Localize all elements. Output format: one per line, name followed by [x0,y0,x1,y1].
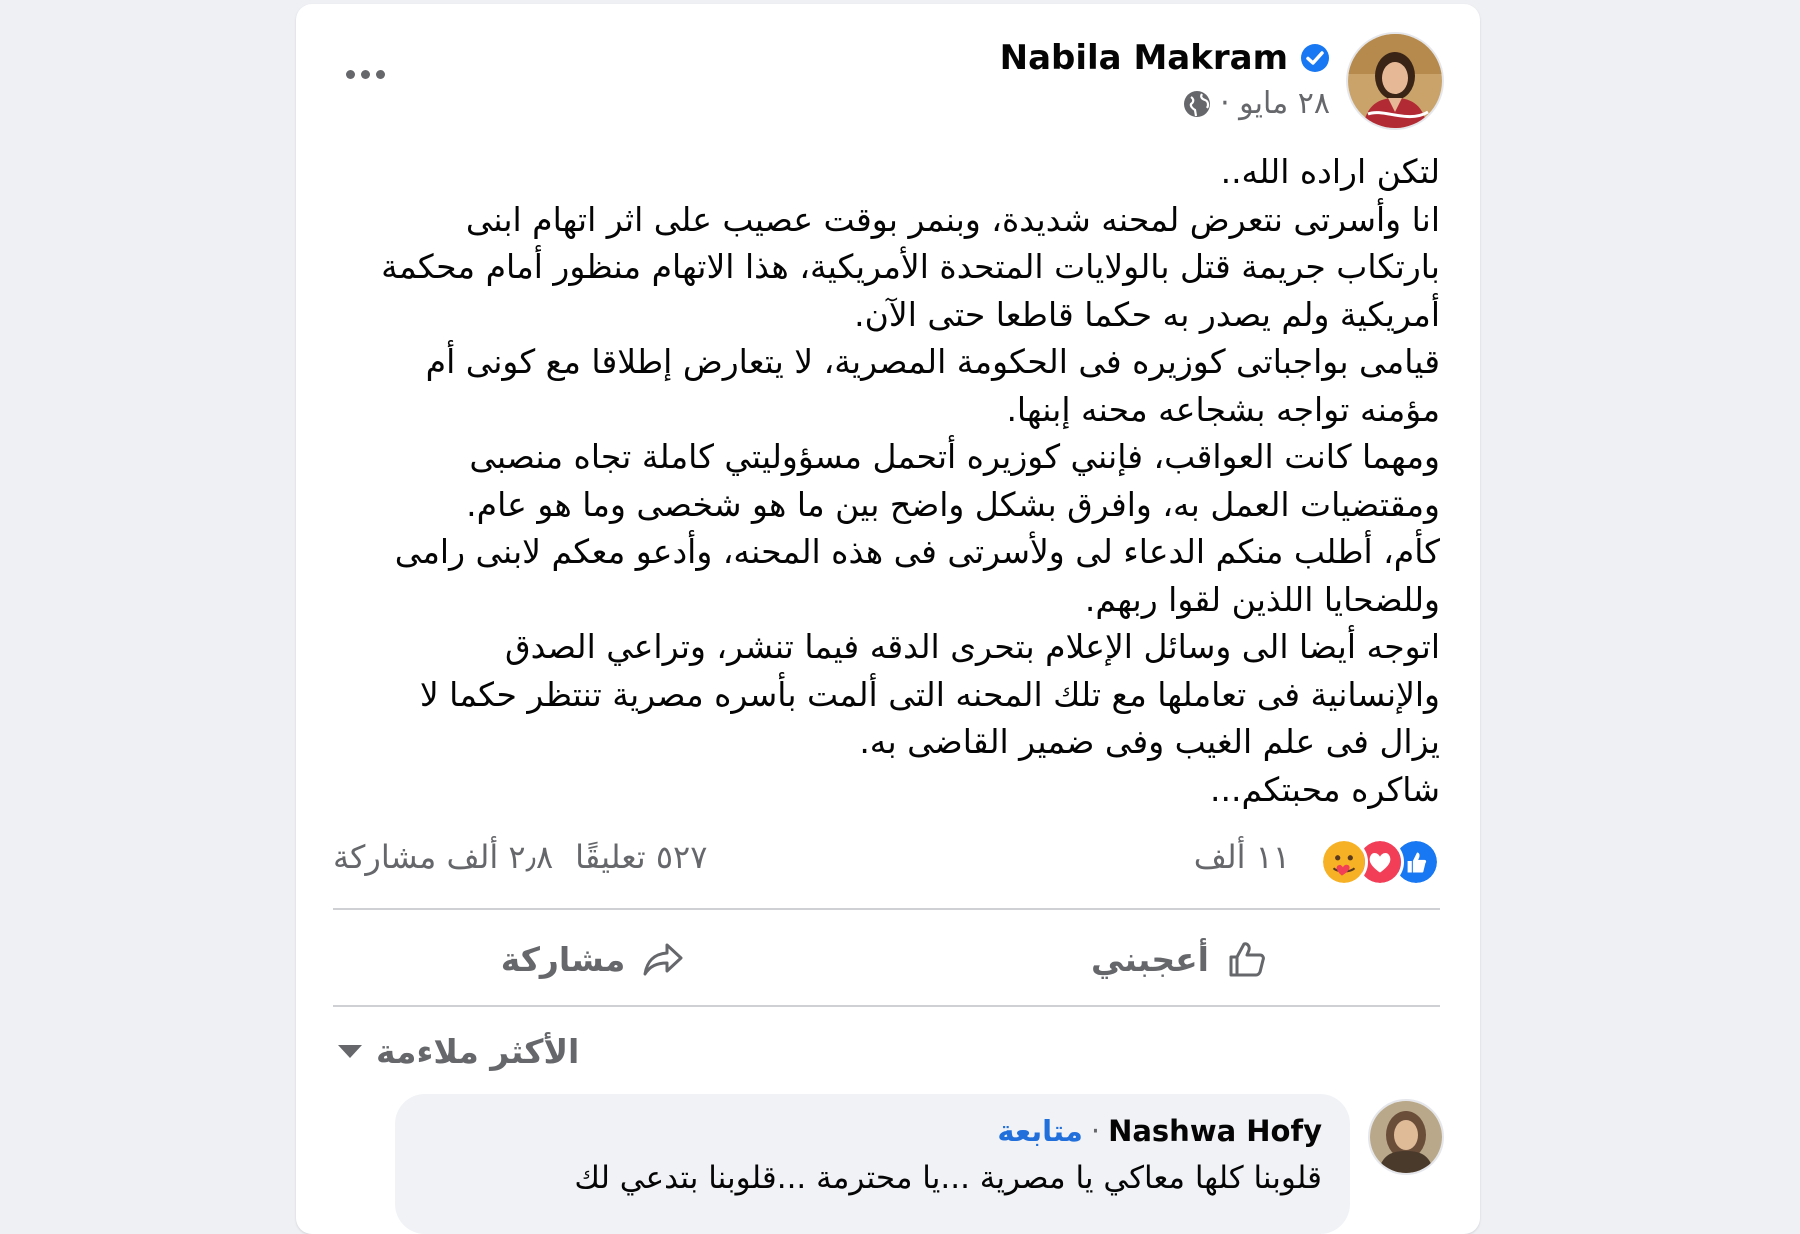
post-meta: ٢٨ مايو · [1182,86,1330,121]
shares-count[interactable]: ٢٫٨ ألف مشاركة [333,838,553,876]
reaction-count[interactable]: ١١ ألف [1194,838,1290,876]
post-actions: أعجبني مشاركة [333,914,1440,1004]
like-button[interactable]: أعجبني [920,914,1440,1004]
like-label: أعجبني [1091,939,1209,979]
author-avatar[interactable] [1346,32,1444,130]
post-line: لتكن اراده الله.. [1220,152,1440,191]
share-button[interactable]: مشاركة [333,914,853,1004]
comment-author[interactable]: Nashwa Hofy [1108,1114,1322,1148]
caret-down-icon [338,1045,362,1058]
commenter-avatar[interactable] [1368,1099,1444,1175]
post-line: والإنسانية فى تعاملها مع تلك المحنه التى… [419,674,1440,714]
post-line: وللضحايا اللذين لقوا ربهم. [1084,579,1440,619]
separator-dot: · [1090,1114,1101,1148]
post-line: اتوجه أيضا الى وسائل الإعلام بتحرى الدقه… [504,627,1440,666]
post-line: ومقتضيات العمل به، وافرق بشكل واضح بين م… [466,484,1440,524]
post-line: أمريكية ولم يصدر به حكما قاطعا حتى الآن. [854,294,1440,334]
post-line: بارتكاب جريمة قتل بالولايات المتحدة الأم… [381,247,1440,286]
post-card: Nabila Makram ٢٨ مايو · لتكن اراده الله.… [296,4,1480,1234]
divider [333,908,1440,910]
author-name-row[interactable]: Nabila Makram [1000,38,1330,78]
comment-sort-label: الأكثر ملاءمة [376,1032,580,1071]
comment-bubble: Nashwa Hofy · متابعة قلوبنا كلها معاكي ي… [395,1094,1350,1234]
post-line: ومهما كانت العواقب، فإنني كوزيره أتحمل م… [469,437,1440,476]
post-line: قيامى بواجباتى كوزيره فى الحكومة المصرية… [425,342,1440,381]
divider [333,1005,1440,1007]
comment-header: Nashwa Hofy · متابعة [997,1114,1322,1148]
care-reaction-icon [1320,838,1368,886]
post-text: لتكن اراده الله.. انا وأسرتى نتعرض لمحنه… [330,148,1440,813]
author-name[interactable]: Nabila Makram [1000,38,1288,78]
comment-sort-dropdown[interactable]: الأكثر ملاءمة [338,1032,579,1071]
more-icon [346,69,355,79]
post-date[interactable]: ٢٨ مايو · [1220,86,1330,121]
post-header: Nabila Makram ٢٨ مايو · [296,4,1480,144]
thumbs-up-icon [1229,942,1265,977]
comment-text: قلوبنا كلها معاكي يا مصرية ...يا محترمة … [574,1160,1322,1196]
share-arrow-icon [643,943,683,976]
verified-icon [1301,44,1329,72]
share-label: مشاركة [500,939,626,979]
post-line: شاكره محبتكم... [1210,769,1440,809]
post-line: كأم، أطلب منكم الدعاء لى ولأسرتى فى هذه … [394,532,1440,571]
engagement-counts: ٥٢٧ تعليقًا ٢٫٨ ألف مشاركة [333,838,707,876]
author-photo [1348,34,1442,128]
comments-count[interactable]: ٥٢٧ تعليقًا [575,838,707,876]
post-line: يزال فى علم الغيب وفى ضمير القاضى به. [859,722,1440,761]
post-stats: ١١ ألف ٥٢٧ تعليقًا ٢٫٨ ألف مشاركة [333,834,1440,890]
post-line: انا وأسرتى نتعرض لمحنه شديدة، وبنمر بوقت… [465,199,1440,239]
more-options-button[interactable] [346,64,396,84]
post-line: مؤمنه تواجه بشجاعه محنه إبنها. [1006,389,1440,429]
follow-button[interactable]: متابعة [997,1114,1083,1148]
globe-icon [1184,90,1211,117]
commenter-photo [1370,1101,1442,1173]
reaction-summary[interactable] [1320,838,1440,886]
